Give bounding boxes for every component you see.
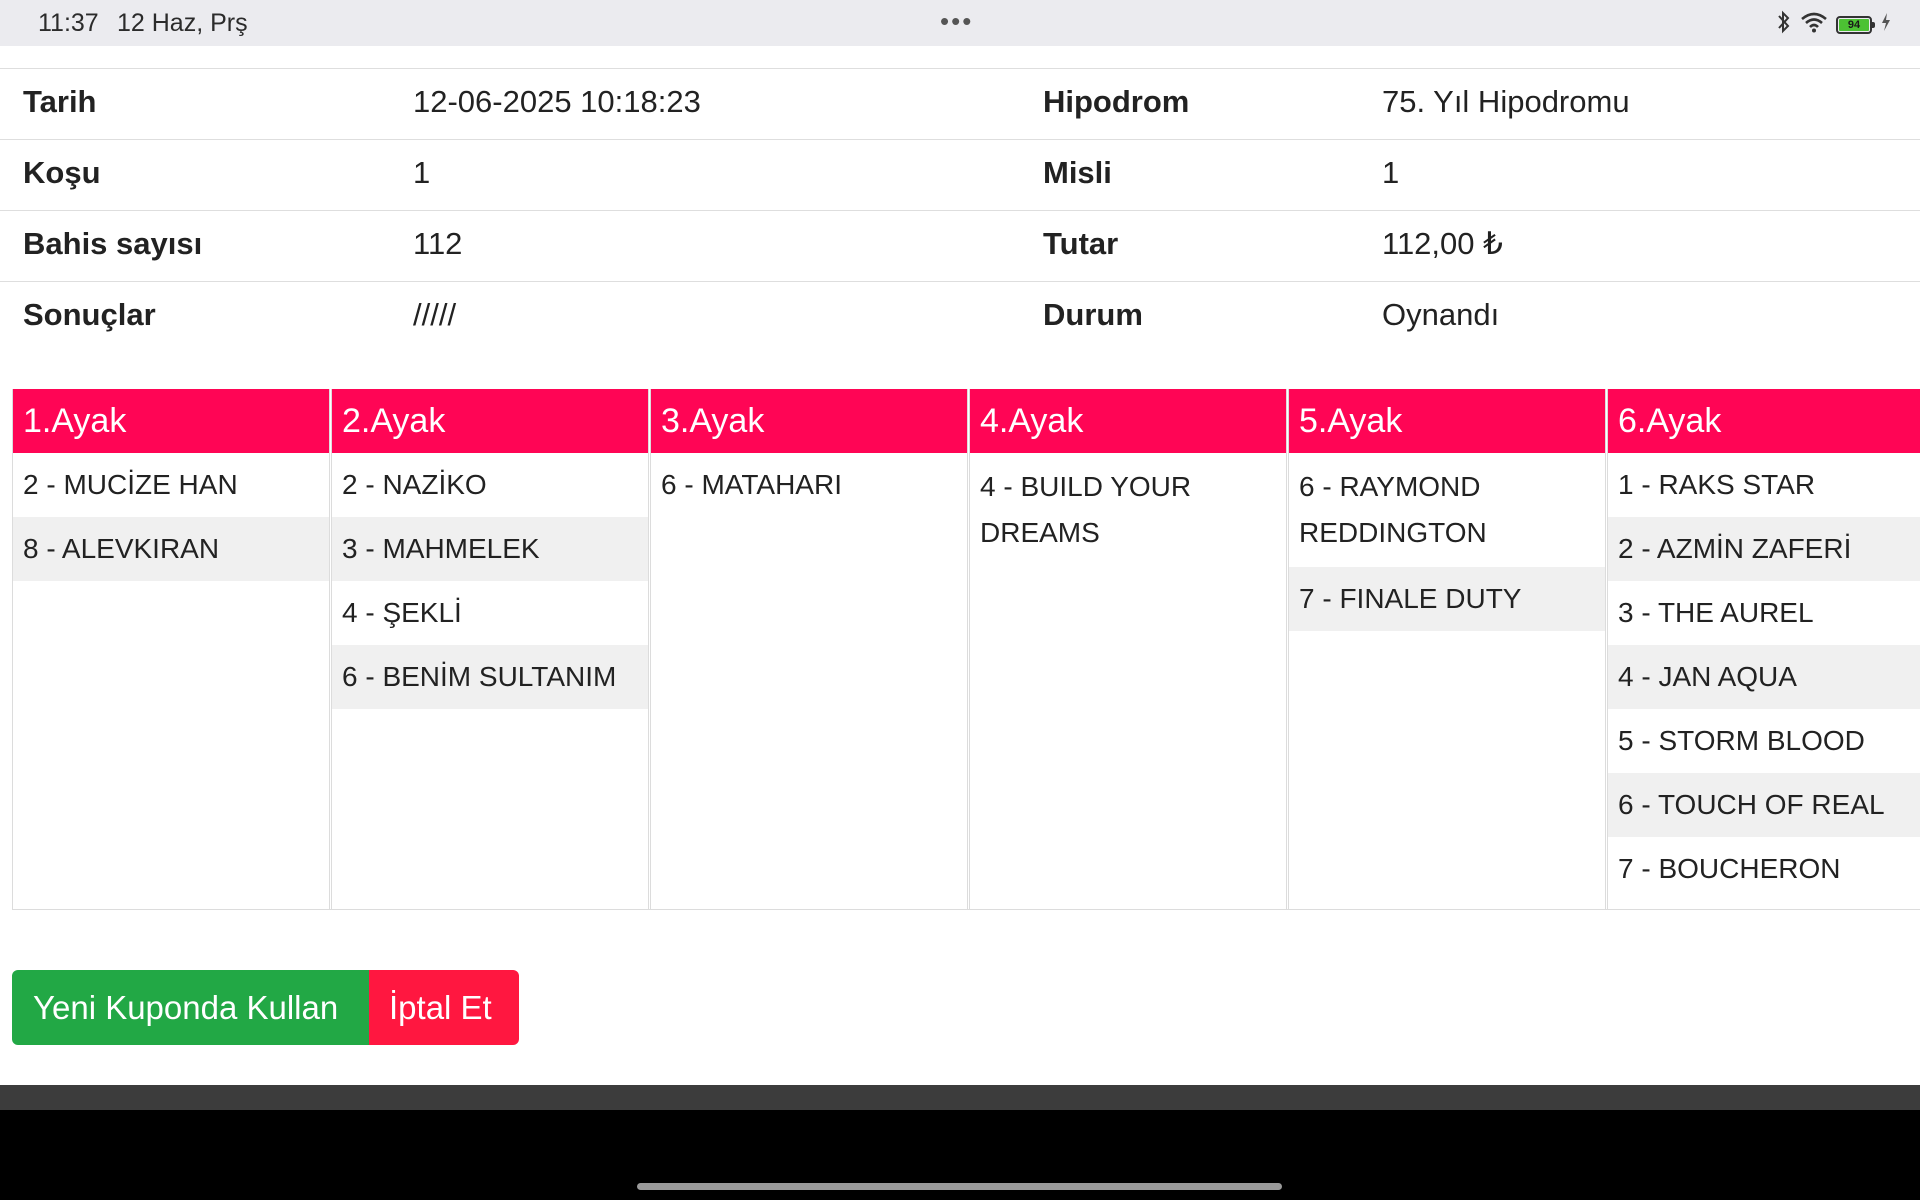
leg-column: 2.Ayak 2 - NAZİKO 3 - MAHMELEK 4 - ŞEKLİ… xyxy=(331,389,649,909)
info-value: 1 xyxy=(1382,155,1400,190)
leg-header: 5.Ayak xyxy=(1289,389,1605,453)
leg-column: 5.Ayak 6 - RAYMOND REDDINGTON 7 - FINALE… xyxy=(1288,389,1606,909)
horse-item: 7 - FINALE DUTY xyxy=(1289,567,1605,631)
horse-item: 6 - TOUCH OF REAL xyxy=(1608,773,1920,837)
horse-item: 3 - THE AUREL xyxy=(1618,597,1814,628)
legs-grid: 1.Ayak 2 - MUCİZE HAN 8 - ALEVKIRAN 2.Ay… xyxy=(12,389,1920,910)
leg-header: 4.Ayak xyxy=(970,389,1286,453)
reuse-in-new-coupon-button[interactable]: Yeni Kuponda Kullan xyxy=(12,970,369,1045)
info-row: Tarih 12-06-2025 10:18:23 Hipodrom 75. Y… xyxy=(0,69,1920,140)
horse-item: 2 - NAZİKO xyxy=(342,469,487,500)
leg-header: 2.Ayak xyxy=(332,389,648,453)
info-label: Tutar xyxy=(1043,226,1119,261)
horse-item: 3 - MAHMELEK xyxy=(332,517,648,581)
info-label: Bahis sayısı xyxy=(23,226,203,261)
coupon-info-table: Tarih 12-06-2025 10:18:23 Hipodrom 75. Y… xyxy=(0,68,1920,352)
horse-item: 7 - BOUCHERON xyxy=(1618,853,1841,884)
info-value: 1 xyxy=(413,155,431,190)
battery-level: 94 xyxy=(1839,18,1869,31)
info-label: Misli xyxy=(1043,155,1112,190)
horse-item: 2 - MUCİZE HAN xyxy=(23,469,238,500)
horse-item: 6 - MATAHARI xyxy=(661,469,842,500)
leg-column: 1.Ayak 2 - MUCİZE HAN 8 - ALEVKIRAN xyxy=(12,389,330,909)
info-label: Hipodrom xyxy=(1043,84,1190,119)
info-value: 12-06-2025 10:18:23 xyxy=(413,84,701,119)
leg-column: 3.Ayak 6 - MATAHARI xyxy=(650,389,968,909)
horse-item: 2 - AZMİN ZAFERİ xyxy=(1608,517,1920,581)
leg-header: 1.Ayak xyxy=(13,389,329,453)
wifi-icon xyxy=(1800,11,1828,38)
status-bar: 11:37 12 Haz, Prş ••• 94 xyxy=(0,0,1920,46)
info-label: Sonuçlar xyxy=(23,297,156,332)
info-value: 112 xyxy=(413,226,463,261)
home-indicator[interactable] xyxy=(637,1183,1282,1190)
leg-column: 4.Ayak 4 - BUILD YOUR DREAMS xyxy=(969,389,1287,909)
horse-item: 4 - JAN AQUA xyxy=(1608,645,1920,709)
info-value: 112,00 ₺ xyxy=(1382,226,1503,261)
horse-item: 8 - ALEVKIRAN xyxy=(13,517,329,581)
horse-item: 5 - STORM BLOOD xyxy=(1618,725,1865,756)
info-label: Tarih xyxy=(23,84,97,119)
status-date: 12 Haz, Prş xyxy=(117,9,248,37)
status-time: 11:37 xyxy=(38,9,99,37)
more-dots-icon[interactable]: ••• xyxy=(940,6,973,37)
info-value: ///// xyxy=(413,297,457,332)
charging-icon xyxy=(1880,12,1892,37)
horse-item: 4 - ŞEKLİ xyxy=(342,597,462,628)
horse-item: 6 - RAYMOND REDDINGTON xyxy=(1299,471,1487,548)
info-label: Koşu xyxy=(23,155,101,190)
bluetooth-icon xyxy=(1776,10,1792,39)
info-label: Durum xyxy=(1043,297,1143,332)
status-icons: 94 xyxy=(1776,10,1892,39)
leg-column: 6.Ayak 1 - RAKS STAR 2 - AZMİN ZAFERİ 3 … xyxy=(1607,389,1920,909)
info-value: Oynandı xyxy=(1382,297,1500,332)
info-value: 75. Yıl Hipodromu xyxy=(1382,84,1630,119)
horse-item: 1 - RAKS STAR xyxy=(1618,469,1816,500)
cancel-button[interactable]: İptal Et xyxy=(369,970,519,1045)
battery-icon: 94 xyxy=(1836,15,1875,34)
info-row: Bahis sayısı 112 Tutar 112,00 ₺ xyxy=(0,211,1920,282)
info-row: Sonuçlar ///// Durum Oynandı xyxy=(0,282,1920,352)
leg-header: 6.Ayak xyxy=(1608,389,1920,453)
leg-header: 3.Ayak xyxy=(651,389,967,453)
action-buttons: Yeni Kuponda Kullan İptal Et xyxy=(12,970,519,1045)
horse-item: 6 - BENİM SULTANIM xyxy=(332,645,648,709)
footer-bar xyxy=(0,1085,1920,1110)
horse-item: 4 - BUILD YOUR DREAMS xyxy=(980,471,1192,548)
info-row: Koşu 1 Misli 1 xyxy=(0,140,1920,211)
